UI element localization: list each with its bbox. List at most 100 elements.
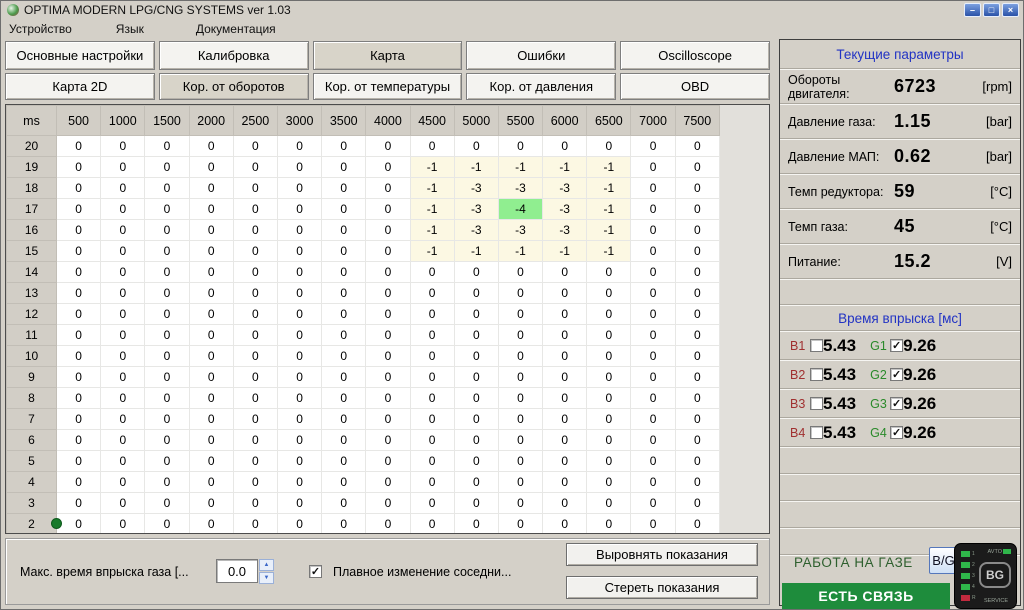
grid-cell[interactable]: -1 xyxy=(454,241,498,262)
grid-cell[interactable]: 0 xyxy=(366,241,410,262)
grid-cell[interactable]: 0 xyxy=(322,346,366,367)
grid-cell[interactable]: 0 xyxy=(233,325,277,346)
gas-channel-checkbox[interactable]: ✓ xyxy=(890,339,903,352)
grid-cell[interactable]: 0 xyxy=(145,220,189,241)
grid-cell[interactable]: 0 xyxy=(233,493,277,514)
grid-cell[interactable]: 0 xyxy=(675,493,719,514)
grid-cell[interactable]: 0 xyxy=(101,136,145,157)
grid-cell[interactable]: 0 xyxy=(454,346,498,367)
grid-cell[interactable]: 0 xyxy=(57,241,101,262)
grid-cell[interactable]: 0 xyxy=(322,199,366,220)
grid-cell[interactable]: 0 xyxy=(277,451,321,472)
grid-cell[interactable]: 0 xyxy=(454,388,498,409)
grid-cell[interactable]: 0 xyxy=(543,493,587,514)
grid-cell[interactable]: 0 xyxy=(543,304,587,325)
grid-cell[interactable]: 0 xyxy=(101,430,145,451)
grid-cell[interactable]: 0 xyxy=(631,472,675,493)
grid-cell[interactable]: 0 xyxy=(454,493,498,514)
grid-cell[interactable]: 0 xyxy=(366,157,410,178)
grid-cell[interactable]: 0 xyxy=(543,409,587,430)
grid-cell[interactable]: 0 xyxy=(675,199,719,220)
grid-cell[interactable]: 0 xyxy=(631,325,675,346)
grid-cell[interactable]: 0 xyxy=(322,388,366,409)
grid-cell[interactable]: 0 xyxy=(366,409,410,430)
grid-cell[interactable]: 0 xyxy=(675,304,719,325)
grid-cell[interactable]: 0 xyxy=(57,388,101,409)
grid-cell[interactable]: 0 xyxy=(675,367,719,388)
grid-cell[interactable]: 0 xyxy=(233,451,277,472)
grid-cell[interactable]: 0 xyxy=(587,514,631,535)
grid-cell[interactable]: 0 xyxy=(189,451,233,472)
grid-cell[interactable]: -3 xyxy=(454,220,498,241)
grid-cell[interactable]: 0 xyxy=(189,136,233,157)
menu-item-language[interactable]: Язык xyxy=(116,22,144,36)
grid-cell[interactable]: 0 xyxy=(189,241,233,262)
grid-cell[interactable]: 0 xyxy=(454,325,498,346)
grid-cell[interactable]: 0 xyxy=(498,283,542,304)
grid-cell[interactable]: -1 xyxy=(498,157,542,178)
grid-cell[interactable]: 0 xyxy=(631,283,675,304)
grid-cell[interactable]: 0 xyxy=(145,451,189,472)
grid-cell[interactable]: 0 xyxy=(145,157,189,178)
grid-cell[interactable]: 0 xyxy=(101,514,145,535)
grid-cell[interactable]: 0 xyxy=(57,409,101,430)
grid-cell[interactable]: 0 xyxy=(587,346,631,367)
grid-cell[interactable]: -3 xyxy=(498,220,542,241)
grid-cell[interactable]: 0 xyxy=(410,409,454,430)
grid-cell[interactable]: 0 xyxy=(57,304,101,325)
grid-cell[interactable]: 0 xyxy=(410,472,454,493)
grid-cell[interactable]: 0 xyxy=(145,388,189,409)
grid-cell[interactable]: 0 xyxy=(101,178,145,199)
grid-cell[interactable]: 0 xyxy=(366,451,410,472)
grid-cell[interactable]: 0 xyxy=(322,325,366,346)
grid-cell[interactable]: 0 xyxy=(189,367,233,388)
grid-cell[interactable]: 0 xyxy=(454,472,498,493)
grid-cell[interactable]: 0 xyxy=(145,472,189,493)
benzine-channel-checkbox[interactable] xyxy=(810,426,823,439)
grid-cell[interactable]: 0 xyxy=(454,262,498,283)
grid-cell[interactable]: 0 xyxy=(631,199,675,220)
grid-cell[interactable]: 0 xyxy=(322,409,366,430)
grid-cell[interactable]: 0 xyxy=(277,304,321,325)
grid-cell[interactable]: 0 xyxy=(57,220,101,241)
grid-cell[interactable]: 0 xyxy=(587,367,631,388)
grid-cell[interactable]: 0 xyxy=(277,409,321,430)
grid-cell[interactable]: 0 xyxy=(587,136,631,157)
gas-channel-checkbox[interactable]: ✓ xyxy=(890,426,903,439)
grid-cell[interactable]: 0 xyxy=(145,241,189,262)
grid-cell[interactable]: 0 xyxy=(101,304,145,325)
grid-cell[interactable]: 0 xyxy=(675,136,719,157)
grid-cell[interactable]: 0 xyxy=(631,157,675,178)
grid-cell[interactable]: 0 xyxy=(587,325,631,346)
grid-cell[interactable]: 0 xyxy=(101,220,145,241)
benzine-channel-checkbox[interactable] xyxy=(810,339,823,352)
grid-cell[interactable]: 0 xyxy=(145,136,189,157)
grid-cell[interactable]: 0 xyxy=(277,157,321,178)
grid-cell[interactable]: 0 xyxy=(498,409,542,430)
grid-cell[interactable]: 0 xyxy=(498,346,542,367)
grid-cell[interactable]: 0 xyxy=(366,367,410,388)
grid-cell[interactable]: 0 xyxy=(277,388,321,409)
grid-cell[interactable]: 0 xyxy=(233,514,277,535)
grid-cell[interactable]: 0 xyxy=(189,325,233,346)
grid-cell[interactable]: 0 xyxy=(675,325,719,346)
grid-cell[interactable]: 0 xyxy=(410,514,454,535)
grid-cell[interactable]: 0 xyxy=(366,325,410,346)
grid-cell[interactable]: 0 xyxy=(631,178,675,199)
grid-cell[interactable]: -1 xyxy=(410,199,454,220)
grid-cell[interactable]: 0 xyxy=(366,136,410,157)
grid-cell[interactable]: 0 xyxy=(145,178,189,199)
grid-cell[interactable]: 0 xyxy=(277,430,321,451)
grid-cell[interactable]: 0 xyxy=(189,199,233,220)
grid-cell[interactable]: 0 xyxy=(366,178,410,199)
grid-cell[interactable]: 0 xyxy=(101,472,145,493)
grid-cell[interactable]: 0 xyxy=(631,493,675,514)
grid-cell[interactable]: 0 xyxy=(543,346,587,367)
grid-cell[interactable]: 0 xyxy=(543,325,587,346)
grid-cell[interactable]: 0 xyxy=(454,451,498,472)
tab-map-2d[interactable]: Карта 2D xyxy=(5,73,155,100)
grid-cell[interactable]: 0 xyxy=(277,241,321,262)
grid-cell[interactable]: 0 xyxy=(101,241,145,262)
close-button[interactable]: × xyxy=(1002,3,1019,17)
grid-cell[interactable]: 0 xyxy=(322,514,366,535)
